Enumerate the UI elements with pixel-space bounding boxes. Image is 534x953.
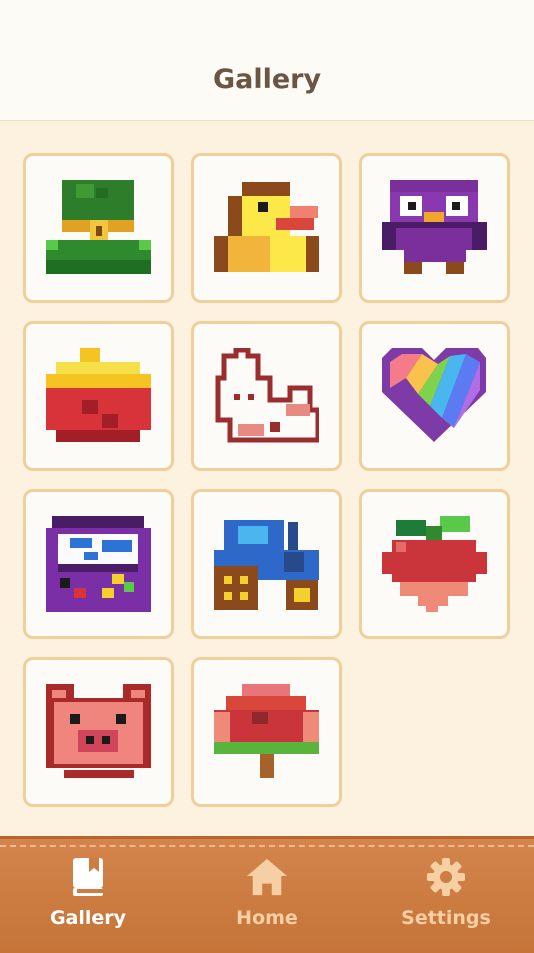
gallery-grid — [23, 153, 510, 807]
gallery-item-duck[interactable] — [191, 153, 342, 303]
header: Gallery — [0, 0, 534, 121]
gallery-item-pig[interactable] — [23, 657, 174, 807]
gallery-item-radish[interactable] — [359, 489, 510, 639]
tree-pixel-art — [214, 684, 319, 778]
gallery-item-tree[interactable] — [191, 657, 342, 807]
gear-icon — [426, 857, 466, 897]
rabbit-pixel-art — [215, 348, 319, 443]
tab-settings-label: Settings — [401, 907, 491, 929]
tab-bar-stitching — [0, 845, 534, 847]
gallery-item-tractor[interactable] — [191, 489, 342, 639]
top-hat-pixel-art — [46, 180, 151, 274]
owl-pixel-art — [382, 180, 487, 274]
gallery-item-top-hat[interactable] — [23, 153, 174, 303]
tab-settings[interactable]: Settings — [376, 857, 516, 947]
duck-pixel-art — [214, 182, 319, 272]
page-title: Gallery — [212, 63, 322, 95]
purple-chest-pixel-art — [46, 516, 151, 612]
tab-gallery[interactable]: Gallery — [18, 857, 158, 947]
tractor-pixel-art — [214, 520, 319, 610]
gallery-item-rabbit[interactable] — [191, 321, 342, 471]
book-icon — [68, 857, 108, 897]
rainbow-heart-pixel-art — [382, 348, 486, 442]
tab-bar: Gallery Home Settings — [0, 836, 534, 953]
radish-pixel-art — [382, 516, 487, 612]
tab-home-label: Home — [236, 907, 298, 929]
gallery-item-rainbow-heart[interactable] — [359, 321, 510, 471]
tab-gallery-label: Gallery — [49, 907, 127, 929]
box-pixel-art — [46, 348, 151, 442]
gallery-item-purple-chest[interactable] — [23, 489, 174, 639]
home-icon — [247, 857, 287, 897]
gallery-item-box[interactable] — [23, 321, 174, 471]
gallery-item-owl[interactable] — [359, 153, 510, 303]
tab-home[interactable]: Home — [197, 857, 337, 947]
pig-pixel-art — [46, 684, 151, 778]
